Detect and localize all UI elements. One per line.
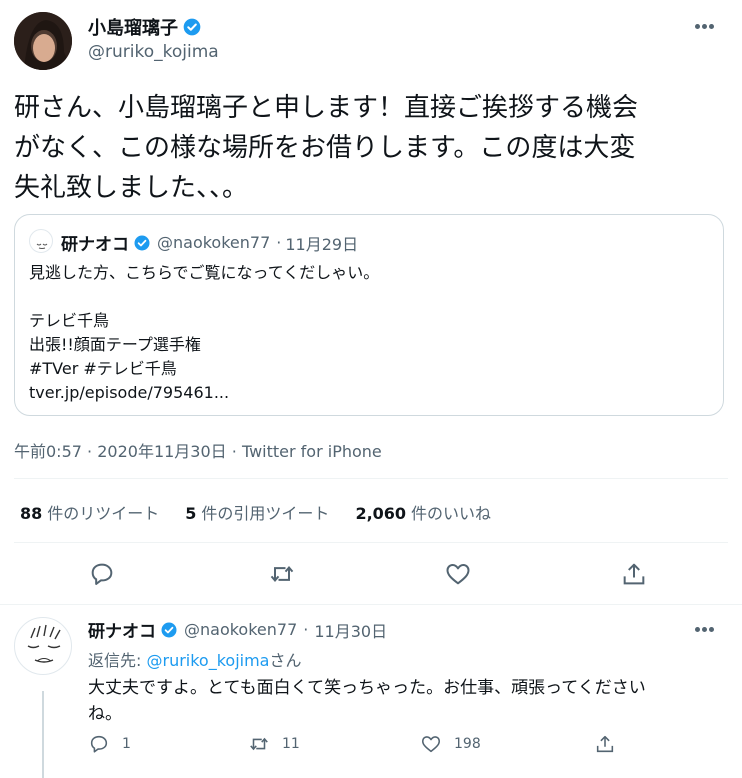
reply-to-line: 返信先: @ruriko_kojimaさん: [88, 647, 302, 671]
reply-like-button[interactable]: 198: [420, 733, 481, 755]
likes-stat[interactable]: 2,060 件のいいね: [355, 500, 491, 524]
meta-separator: ·: [231, 442, 237, 461]
tweet-source[interactable]: Twitter for iPhone: [242, 442, 382, 461]
more-icon[interactable]: [694, 14, 722, 34]
more-icon[interactable]: [694, 617, 722, 637]
verified-badge-icon: [134, 235, 150, 250]
reply-icon[interactable]: [88, 560, 116, 588]
reply-display-name[interactable]: 研ナオコ: [88, 617, 156, 642]
quote-date: 11月29日: [285, 234, 359, 254]
quotes-label: 件の引用ツイート: [201, 504, 330, 523]
avatar[interactable]: [14, 617, 72, 675]
quote-separator: ·: [276, 233, 282, 252]
quote-line: テレビ千鳥: [29, 311, 110, 330]
tweet-text-line: がなく、この様な場所をお借りします。この度は大変: [14, 133, 636, 163]
author-handle[interactable]: @ruriko_kojima: [88, 42, 219, 62]
divider: [14, 478, 728, 479]
quote-body: 見逃した方、こちらでご覧になってくだしゃい。 テレビ千鳥 出張!!顔面テープ選手…: [29, 261, 709, 405]
divider: [0, 604, 742, 605]
reply-retweet-button[interactable]: 11: [248, 733, 300, 755]
tweet-text: 研さん、小島瑠璃子と申します！直接ご挨拶する機会 がなく、この様な場所をお借りし…: [14, 88, 726, 208]
reply-date[interactable]: 11月30日: [314, 618, 387, 642]
reply-reply-button[interactable]: 1: [88, 733, 131, 755]
avatar[interactable]: [14, 12, 72, 70]
quote-line: #TVer #テレビ千鳥: [29, 359, 177, 378]
quote-line: 見逃した方、こちらでご覧になってくだしゃい。: [29, 263, 380, 282]
quoted-tweet[interactable]: 研ナオコ @naokoken77 · 11月29日 見逃した方、こちらでご覧にな…: [14, 214, 724, 416]
author-name-row: 小島瑠璃子: [88, 14, 202, 40]
quotes-stat[interactable]: 5 件の引用ツイート: [185, 500, 329, 524]
reply-to-prefix: 返信先:: [88, 651, 147, 670]
tweet-stats: 88 件のリツイート 5 件の引用ツイート 2,060 件のいいね: [20, 500, 491, 524]
heart-icon: [421, 736, 441, 753]
reply-share-button[interactable]: [594, 733, 616, 755]
tweet-actions: [0, 560, 742, 590]
reply-retweet-count: 11: [282, 736, 300, 752]
reply-icon: [90, 735, 108, 753]
verified-badge-icon: [183, 18, 201, 36]
quote-author-row: 研ナオコ @naokoken77 · 11月29日: [61, 230, 358, 255]
tweet-date[interactable]: 2020年11月30日: [97, 442, 226, 461]
quote-display-name: 研ナオコ: [61, 235, 129, 255]
reply-handle[interactable]: @naokoken77: [184, 620, 297, 639]
quote-avatar: [29, 229, 53, 253]
reply-to-suffix: さん: [269, 651, 302, 670]
reply-text-line: 大丈夫ですよ。とても面白くて笑っちゃった。お仕事、頑張ってください: [88, 678, 646, 698]
retweet-icon: [250, 737, 268, 751]
tweet-text-line: 失礼致しました、、。: [14, 173, 249, 203]
reply-text-line: ね。: [88, 704, 122, 724]
tweet-meta: 午前0:57 · 2020年11月30日 · Twitter for iPhon…: [14, 438, 382, 462]
reply-to-mention[interactable]: @ruriko_kojima: [146, 651, 269, 670]
divider: [14, 542, 728, 543]
reply-text: 大丈夫ですよ。とても面白くて笑っちゃった。お仕事、頑張ってください ね。: [88, 675, 722, 727]
reply-author-row: 研ナオコ @naokoken77 · 11月30日: [88, 617, 387, 642]
quote-handle: @naokoken77: [157, 233, 271, 252]
reply-like-count: 198: [454, 736, 481, 752]
verified-badge-icon: [161, 622, 177, 637]
author-display-name[interactable]: 小島瑠璃子: [88, 14, 178, 40]
quote-line: 出張!!顔面テープ選手権: [29, 335, 201, 354]
retweets-count: 88: [20, 504, 43, 523]
retweet-icon[interactable]: [268, 560, 296, 588]
likes-count: 2,060: [355, 504, 407, 523]
quote-line: [29, 285, 709, 309]
reply-actions: 1 11 198: [0, 733, 742, 757]
reply-reply-count: 1: [122, 736, 131, 752]
author-handle-row: @ruriko_kojima: [88, 42, 219, 62]
tweet-text-line: 研さん、小島瑠璃子と申します！直接ご挨拶する機会: [14, 93, 639, 123]
likes-label: 件のいいね: [411, 504, 492, 523]
tweet-time[interactable]: 午前0:57: [14, 442, 82, 461]
retweets-stat[interactable]: 88 件のリツイート: [20, 500, 159, 524]
heart-icon[interactable]: [444, 560, 472, 588]
share-icon[interactable]: [620, 560, 648, 588]
quotes-count: 5: [185, 504, 197, 523]
quote-link: tver.jp/episode/795461...: [29, 383, 230, 402]
retweets-label: 件のリツイート: [47, 504, 160, 523]
reply-separator: ·: [303, 620, 309, 639]
meta-separator: ·: [87, 442, 93, 461]
share-icon: [596, 735, 614, 753]
